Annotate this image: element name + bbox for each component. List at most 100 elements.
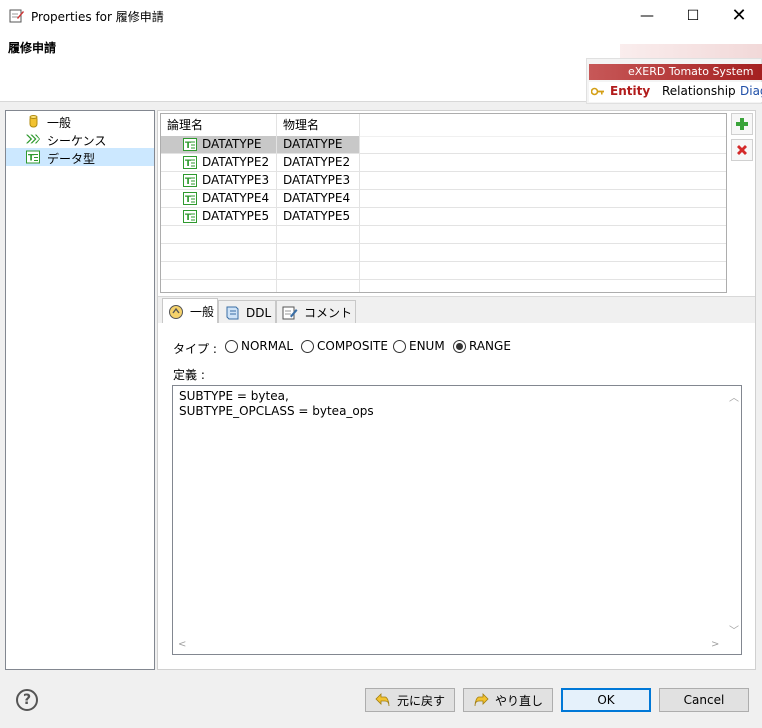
cell-physical: DATATYPE2	[277, 154, 360, 171]
definition-text[interactable]: SUBTYPE = bytea, SUBTYPE_OPCLASS = bytea…	[179, 389, 374, 419]
empty-row	[161, 280, 726, 292]
type-radio-composite[interactable]: COMPOSITE	[301, 339, 388, 353]
tab-comment[interactable]: コメント	[276, 300, 356, 324]
svg-text:T: T	[28, 154, 35, 164]
radio-circle[interactable]	[393, 339, 406, 353]
cell-logical: DATATYPE2	[202, 155, 270, 169]
datatype-icon: T	[183, 192, 197, 205]
svg-text:T: T	[185, 177, 192, 187]
redo-button[interactable]: やり直し	[463, 688, 553, 712]
datatype-icon: T	[183, 156, 197, 169]
help-icon[interactable]: ?	[16, 689, 38, 711]
table-row[interactable]: T DATATYPE4 DATATYPE4	[161, 190, 726, 208]
tab-label: 一般	[190, 305, 215, 319]
definition-textarea[interactable]: SUBTYPE = bytea, SUBTYPE_OPCLASS = bytea…	[172, 385, 742, 655]
cell-physical: DATATYPE	[277, 136, 360, 153]
general-tab-icon	[169, 304, 183, 319]
svg-text:T: T	[185, 195, 192, 205]
cell-logical: DATATYPE4	[202, 191, 270, 205]
svg-text:T: T	[185, 213, 192, 223]
cancel-button[interactable]: Cancel	[659, 688, 749, 712]
tab-ddl[interactable]: DDL	[218, 300, 276, 324]
tree-item-label: 一般	[47, 116, 72, 130]
title-bar: Properties for 履修申請 — ☐ ✕	[0, 0, 762, 31]
table-row[interactable]: T DATATYPE DATATYPE	[161, 136, 726, 154]
scroll-up-icon[interactable]: ︿	[729, 389, 739, 404]
horizontal-scrollbar[interactable]: < >	[173, 638, 725, 654]
banner-decoration	[620, 44, 762, 58]
sequence-arrows-icon	[26, 134, 40, 144]
banner-brand: eXERD Tomato System	[628, 65, 754, 78]
plus-icon	[736, 118, 748, 130]
properties-edit-icon	[9, 9, 24, 23]
banner-tab-relationship[interactable]: Relationship	[662, 84, 736, 98]
revert-button[interactable]: 元に戻す	[365, 688, 455, 712]
property-tree: 一般 シーケンス T データ型	[5, 110, 155, 670]
datatype-icon: T	[26, 150, 40, 164]
definition-label: 定義 :	[173, 368, 205, 382]
add-datatype-button[interactable]	[731, 113, 753, 135]
tree-item-general[interactable]: 一般	[6, 112, 154, 130]
banner-tab-entity[interactable]: Entity	[610, 84, 650, 98]
vertical-scrollbar[interactable]: ︿ ﹀	[725, 386, 741, 638]
delete-datatype-button[interactable]	[731, 139, 753, 161]
redo-arrow-icon	[474, 693, 489, 707]
radio-circle[interactable]	[225, 339, 238, 353]
type-radio-normal[interactable]: NORMAL	[225, 339, 293, 353]
cell-logical: DATATYPE	[202, 137, 262, 151]
minimize-button[interactable]: —	[624, 0, 670, 31]
ok-button[interactable]: OK	[561, 688, 651, 712]
datatype-icon: T	[183, 138, 197, 151]
cell-logical: DATATYPE3	[202, 173, 270, 187]
type-label: タイプ :	[173, 342, 217, 356]
empty-row	[161, 262, 726, 280]
undo-arrow-icon	[375, 693, 390, 707]
banner-tabs: Entity Relationship Diag	[589, 82, 762, 102]
close-button[interactable]: ✕	[716, 0, 762, 31]
page-title: 履修申請	[8, 41, 57, 55]
radio-label: COMPOSITE	[317, 339, 388, 353]
svg-text:T: T	[185, 141, 192, 151]
maximize-button[interactable]: ☐	[670, 0, 716, 31]
svg-text:T: T	[185, 159, 192, 169]
datatype-icon: T	[183, 210, 197, 223]
empty-row	[161, 244, 726, 262]
radio-label: ENUM	[409, 339, 445, 353]
cell-logical: DATATYPE5	[202, 209, 270, 223]
tree-item-datatype[interactable]: T データ型	[6, 148, 154, 166]
cylinder-icon	[29, 115, 38, 128]
delete-x-icon	[737, 145, 747, 155]
cell-physical: DATATYPE5	[277, 208, 360, 225]
radio-circle-selected[interactable]	[453, 339, 466, 353]
tab-label: DDL	[246, 305, 272, 320]
revert-button-label: 元に戻す	[396, 693, 445, 708]
redo-button-label: やり直し	[494, 693, 543, 708]
window-title: Properties for 履修申請	[31, 10, 164, 24]
table-row[interactable]: T DATATYPE2 DATATYPE2	[161, 154, 726, 172]
datatype-icon: T	[183, 174, 197, 187]
tab-label: コメント	[304, 306, 353, 320]
table-row[interactable]: T DATATYPE3 DATATYPE3	[161, 172, 726, 190]
datatype-table[interactable]: 論理名 物理名 T DATATYPE DATATYPE T DATATYPE2 …	[160, 113, 727, 293]
table-row[interactable]: T DATATYPE5 DATATYPE5	[161, 208, 726, 226]
radio-circle[interactable]	[301, 339, 314, 353]
cell-physical: DATATYPE3	[277, 172, 360, 189]
radio-label: NORMAL	[241, 339, 294, 353]
scroll-down-icon[interactable]: ﹀	[729, 622, 739, 637]
tree-item-label: シーケンス	[47, 134, 107, 148]
tab-general[interactable]: 一般	[162, 298, 218, 324]
scroll-left-icon[interactable]: <	[178, 639, 186, 650]
ddl-scroll-icon	[226, 306, 239, 319]
empty-row	[161, 226, 726, 244]
type-radio-enum[interactable]: ENUM	[393, 339, 445, 353]
banner-tab-diagram[interactable]: Diag	[740, 84, 762, 98]
cell-physical: DATATYPE4	[277, 190, 360, 207]
tree-item-label: データ型	[47, 152, 96, 166]
type-radio-range[interactable]: RANGE	[453, 339, 511, 353]
scroll-right-icon[interactable]: >	[711, 639, 719, 650]
column-header-logical[interactable]: 論理名	[161, 114, 277, 136]
column-header-physical[interactable]: 物理名	[277, 114, 360, 136]
tree-item-sequence[interactable]: シーケンス	[6, 130, 154, 148]
key-icon	[591, 87, 604, 96]
page-header: 履修申請 eXERD Tomato System Entity Relation…	[0, 31, 762, 104]
